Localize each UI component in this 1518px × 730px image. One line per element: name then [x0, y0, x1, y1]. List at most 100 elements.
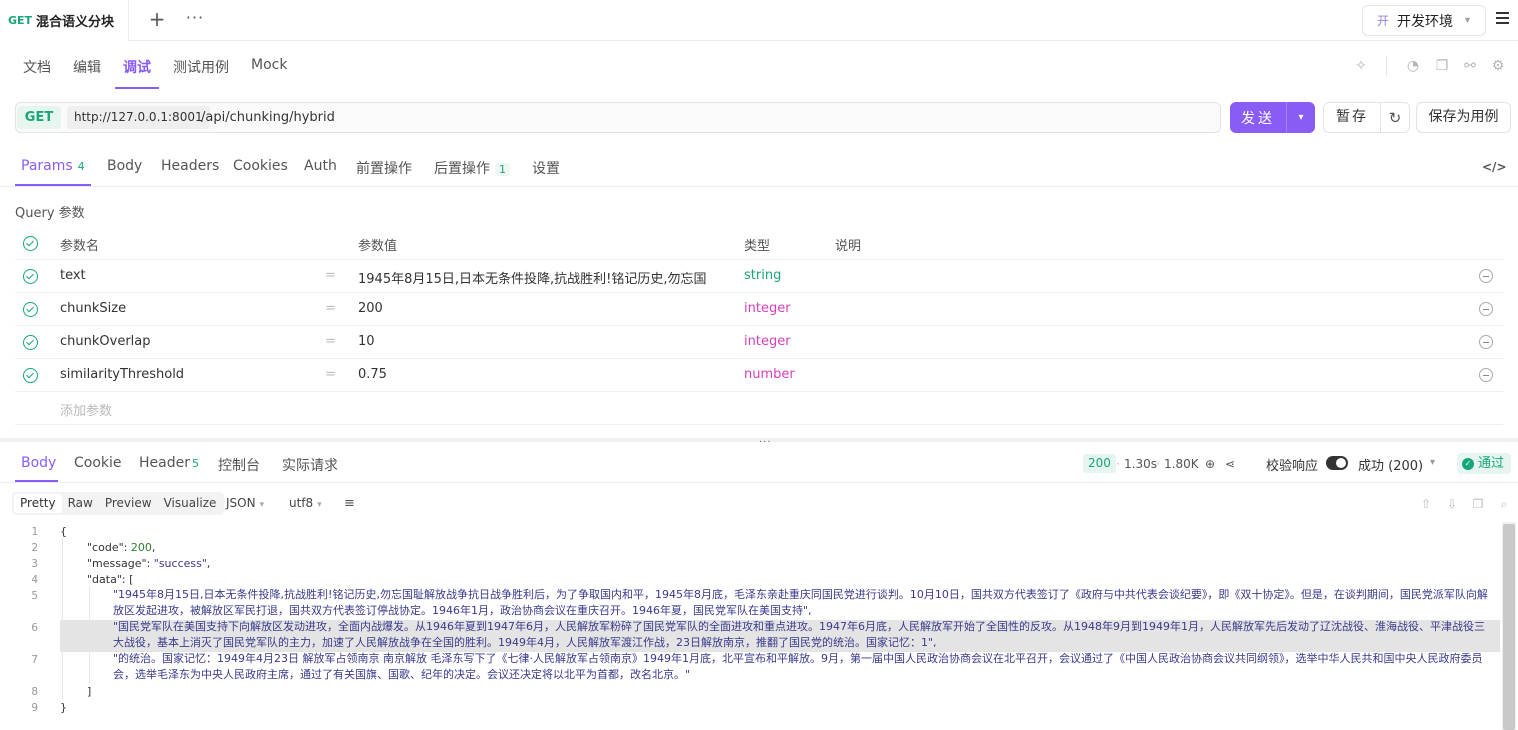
- row-checkbox[interactable]: [23, 368, 38, 383]
- copy-icon[interactable]: ❐: [1434, 58, 1450, 74]
- res-tab-console[interactable]: 控制台: [218, 455, 260, 475]
- param-type[interactable]: integer: [744, 334, 791, 349]
- req-tabs-divider: [0, 186, 1518, 187]
- validate-select[interactable]: 成功 (200): [1358, 455, 1423, 474]
- tab-body[interactable]: Body: [107, 158, 142, 174]
- tab-auth[interactable]: Auth: [304, 158, 337, 174]
- request-tab[interactable]: GET 混合语义分块: [0, 0, 130, 41]
- nav-edit[interactable]: 编辑: [73, 57, 101, 77]
- save-as-case-button[interactable]: 保存为用例: [1416, 102, 1511, 133]
- send-label: 发送: [1241, 110, 1275, 127]
- row-checkbox[interactable]: [23, 302, 38, 317]
- line-number: 3: [31, 557, 38, 570]
- remove-icon[interactable]: [1479, 269, 1493, 283]
- query-title: Query 参数: [15, 206, 85, 221]
- environment-select[interactable]: 开 开发环境 ▾: [1362, 5, 1486, 36]
- param-name[interactable]: text: [60, 268, 86, 283]
- row-checkbox[interactable]: [23, 335, 38, 350]
- chevron-down-icon[interactable]: ▾: [1430, 457, 1435, 468]
- param-name[interactable]: chunkOverlap: [60, 334, 151, 349]
- tab-cookies[interactable]: Cookies: [233, 158, 288, 174]
- encoding-select[interactable]: utf8 ▾: [289, 496, 322, 510]
- base-url[interactable]: http://127.0.0.1:8001: [67, 106, 210, 129]
- json-key: "data": [87, 573, 122, 586]
- param-value[interactable]: 0.75: [358, 367, 387, 382]
- select-all-checkbox[interactable]: [23, 236, 38, 251]
- param-type[interactable]: number: [744, 367, 795, 382]
- save-draft-button[interactable]: 暂存 ↻: [1323, 102, 1410, 133]
- table-bottom-line: [15, 424, 1503, 425]
- json-string: "1945年8月15日,日本无条件投降,抗战胜利!铭记历史,勿忘国耻解放战争抗日…: [113, 588, 1488, 617]
- tab-post-ops[interactable]: 后置操作 1: [434, 158, 510, 178]
- pass-badge: ✓ 通过: [1457, 453, 1512, 474]
- drag-handle-icon[interactable]: ···: [759, 437, 772, 448]
- send-button[interactable]: 发送 ▾: [1230, 102, 1315, 133]
- tab-headers[interactable]: Headers: [161, 158, 219, 174]
- param-type[interactable]: string: [744, 268, 781, 283]
- res-tab-actual[interactable]: 实际请求: [282, 455, 338, 475]
- nav-mock[interactable]: Mock: [251, 57, 287, 73]
- scrollbar-thumb[interactable]: [1503, 524, 1515, 730]
- format-select[interactable]: JSON ▾: [226, 496, 264, 510]
- chevron-down-icon: ▾: [1465, 15, 1471, 26]
- add-param-input[interactable]: 添加参数: [60, 400, 112, 419]
- view-visualize[interactable]: Visualize: [158, 494, 223, 513]
- menu-icon[interactable]: [1496, 12, 1512, 28]
- nav-debug[interactable]: 调试: [123, 57, 151, 77]
- row-checkbox[interactable]: [23, 269, 38, 284]
- post-count: 1: [495, 163, 510, 176]
- tab-settings[interactable]: 设置: [532, 158, 560, 178]
- chevron-down-icon[interactable]: ▾: [1287, 112, 1315, 123]
- magic-wand-icon[interactable]: ✧: [1353, 58, 1369, 74]
- line-number: 2: [31, 541, 38, 554]
- param-value[interactable]: 1945年8月15日,日本无条件投降,抗战胜利!铭记历史,勿忘国: [358, 268, 707, 287]
- res-tab-cookie[interactable]: Cookie: [74, 455, 122, 471]
- more-icon[interactable]: ···: [184, 9, 206, 31]
- wrap-icon[interactable]: ≡: [344, 496, 355, 511]
- param-value[interactable]: 10: [358, 334, 375, 349]
- check-icon: ✓: [1462, 457, 1474, 470]
- validate-toggle[interactable]: [1326, 456, 1348, 470]
- param-type[interactable]: integer: [744, 301, 791, 316]
- code-icon[interactable]: </>: [1482, 160, 1507, 174]
- res-tabs-divider: [0, 482, 1518, 483]
- line-number: 8: [31, 685, 38, 698]
- add-tab-icon[interactable]: +: [146, 9, 168, 31]
- search-icon[interactable]: ⌕: [1497, 497, 1511, 511]
- url-path-input[interactable]: /api/chunking/hybrid: [201, 108, 1101, 128]
- upload-icon[interactable]: ⇧: [1419, 497, 1433, 511]
- gear-icon[interactable]: ⚙: [1490, 58, 1506, 74]
- format-label: JSON: [226, 496, 256, 510]
- view-raw[interactable]: Raw: [62, 494, 99, 513]
- tab-pre-ops[interactable]: 前置操作: [356, 158, 412, 178]
- res-tab-header[interactable]: Header 5: [139, 455, 199, 471]
- remove-icon[interactable]: [1479, 368, 1493, 382]
- view-preview[interactable]: Preview: [99, 494, 158, 513]
- param-name[interactable]: similarityThreshold: [60, 367, 184, 382]
- share-icon[interactable]: ⚯: [1462, 58, 1478, 74]
- pass-label: 通过: [1478, 456, 1505, 471]
- remove-icon[interactable]: [1479, 302, 1493, 316]
- param-name[interactable]: chunkSize: [60, 301, 126, 316]
- res-tab-body[interactable]: Body: [21, 455, 56, 471]
- tab-params[interactable]: Params 4: [21, 158, 85, 174]
- col-name: 参数名: [60, 239, 100, 254]
- indent-guide: [62, 538, 63, 700]
- equals-sign: =: [325, 268, 336, 283]
- param-value[interactable]: 200: [358, 301, 383, 316]
- equals-sign: =: [325, 301, 336, 316]
- nav-docs[interactable]: 文档: [23, 57, 51, 77]
- download-icon[interactable]: ⇩: [1445, 497, 1459, 511]
- method-select[interactable]: GET: [17, 106, 61, 129]
- chart-icon[interactable]: ◔: [1405, 58, 1421, 74]
- globe-icon[interactable]: ⊕: [1205, 457, 1215, 471]
- copy-icon[interactable]: ❐: [1471, 497, 1485, 511]
- nav-testcases[interactable]: 测试用例: [173, 57, 229, 77]
- view-pretty[interactable]: Pretty: [14, 494, 62, 513]
- params-count: 4: [77, 160, 85, 173]
- remove-icon[interactable]: [1479, 335, 1493, 349]
- share-icon[interactable]: ⋖: [1225, 457, 1235, 471]
- tab-title: 混合语义分块: [36, 15, 115, 30]
- col-type: 类型: [744, 239, 771, 254]
- refresh-icon[interactable]: ↻: [1381, 109, 1409, 127]
